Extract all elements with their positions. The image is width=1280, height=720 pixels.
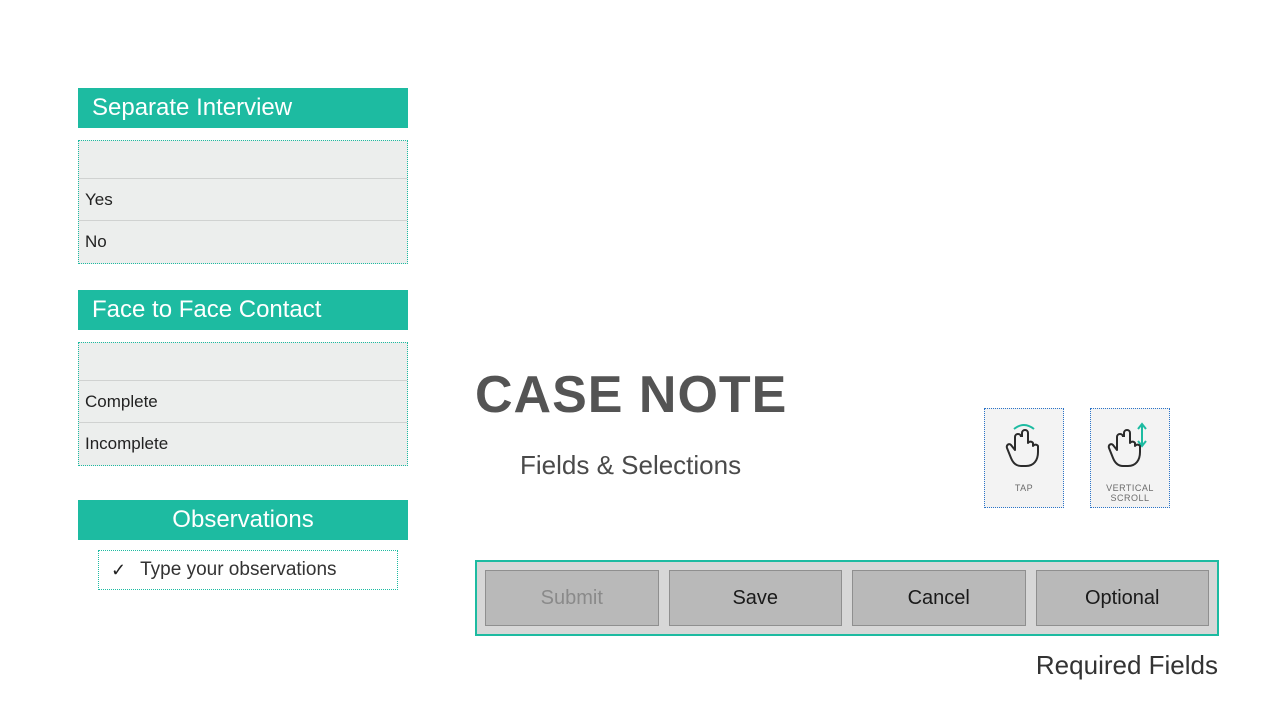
scroll-gesture-tile: VERTICAL SCROLL [1090, 408, 1170, 508]
check-icon: ✓ [111, 560, 126, 581]
tap-caption: TAP [985, 483, 1063, 493]
scroll-caption: VERTICAL SCROLL [1091, 483, 1169, 503]
observations-placeholder: Type your observations [140, 559, 336, 581]
tap-icon [1000, 419, 1048, 479]
cancel-button[interactable]: Cancel [852, 570, 1026, 626]
page-subtitle: Fields & Selections [520, 450, 741, 481]
option-yes[interactable]: Yes [79, 179, 407, 221]
face-to-face-options: Complete Incomplete [78, 342, 408, 466]
observations-input[interactable]: ✓ Type your observations [98, 550, 398, 590]
button-bar: Submit Save Cancel Optional [475, 560, 1219, 636]
option-complete[interactable]: Complete [79, 381, 407, 423]
face-to-face-header: Face to Face Contact [78, 290, 408, 330]
option-no[interactable]: No [79, 221, 407, 263]
submit-button[interactable]: Submit [485, 570, 659, 626]
separate-interview-options: Yes No [78, 140, 408, 264]
required-fields-label: Required Fields [1036, 650, 1218, 681]
observations-header: Observations [78, 500, 408, 540]
page-title: CASE NOTE [475, 365, 787, 425]
optional-button[interactable]: Optional [1036, 570, 1210, 626]
save-button[interactable]: Save [669, 570, 843, 626]
vertical-scroll-icon [1106, 419, 1154, 479]
option-blank[interactable] [79, 141, 407, 179]
separate-interview-header: Separate Interview [78, 88, 408, 128]
option-blank[interactable] [79, 343, 407, 381]
tap-gesture-tile: TAP [984, 408, 1064, 508]
option-incomplete[interactable]: Incomplete [79, 423, 407, 465]
